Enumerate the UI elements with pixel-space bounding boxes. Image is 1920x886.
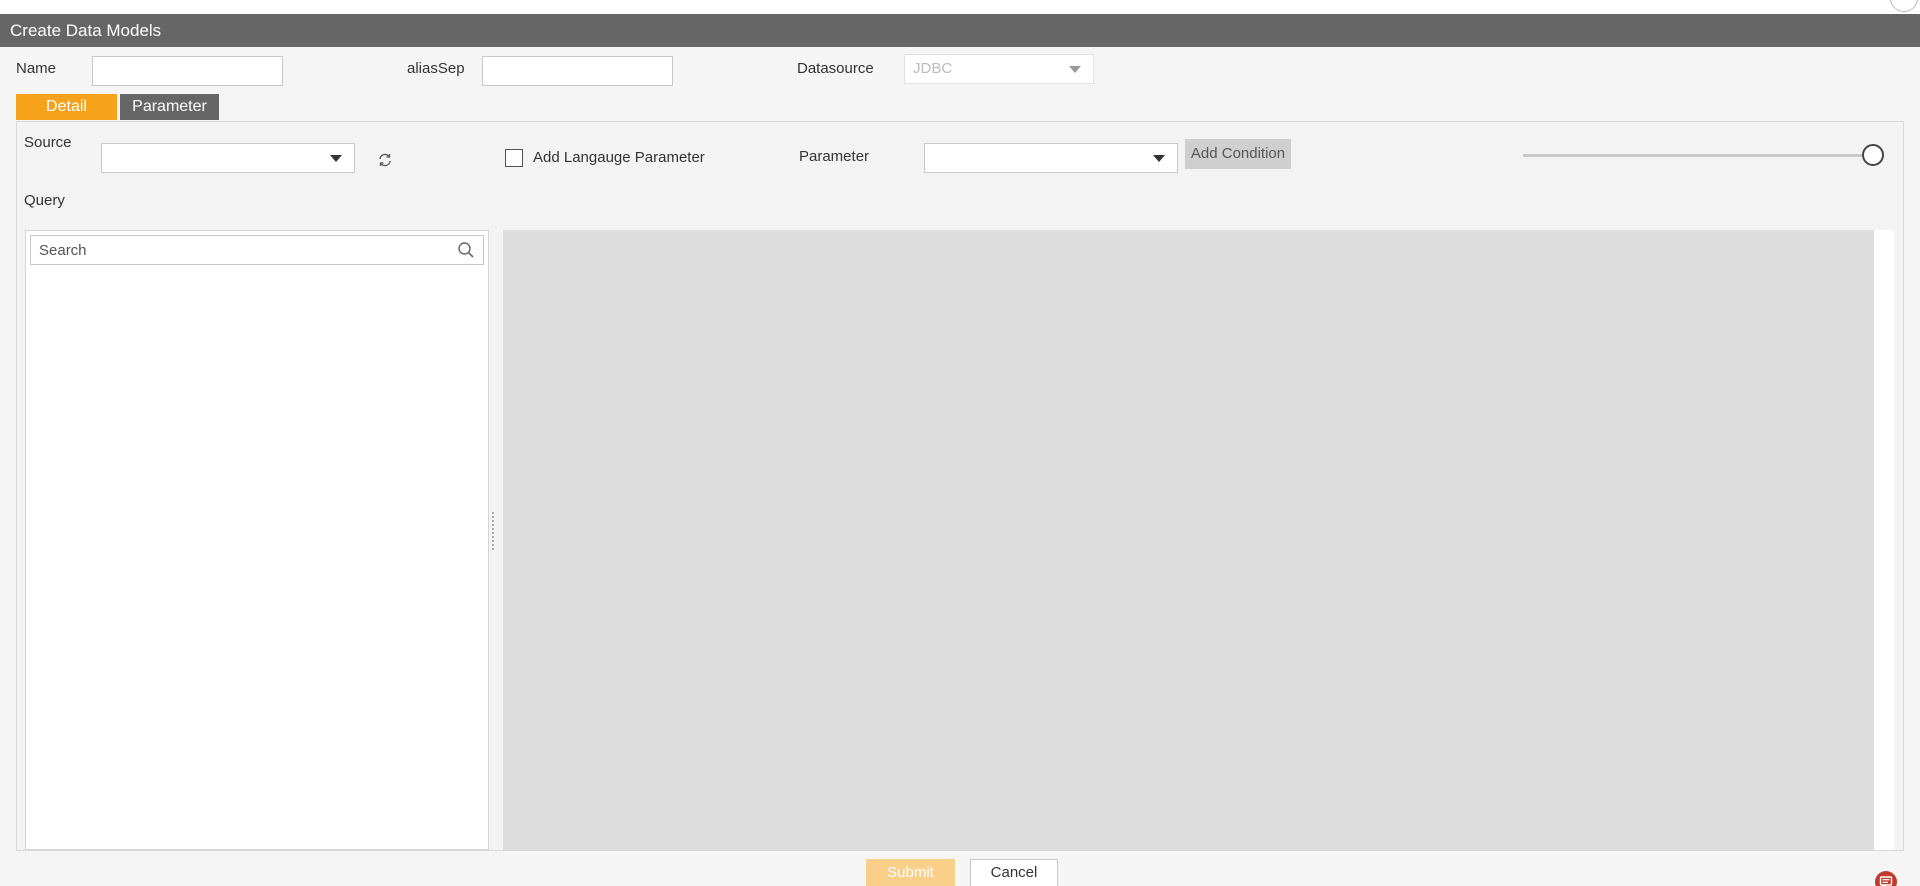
chevron-down-icon bbox=[330, 155, 342, 162]
slider-track[interactable] bbox=[1523, 154, 1875, 157]
search-input[interactable]: Search bbox=[39, 242, 87, 259]
detail-panel: Source Add Langauge Parameter Parameter … bbox=[16, 121, 1904, 851]
add-language-label: Add Langauge Parameter bbox=[533, 149, 705, 166]
chat-icon[interactable] bbox=[1874, 870, 1898, 886]
splitter-handle[interactable] bbox=[492, 510, 500, 554]
source-select[interactable] bbox=[101, 143, 355, 173]
alias-sep-label: aliasSep bbox=[407, 60, 465, 77]
submit-button[interactable]: Submit bbox=[866, 859, 955, 886]
alias-sep-input[interactable] bbox=[482, 56, 673, 86]
chevron-down-icon bbox=[1069, 66, 1081, 73]
add-language-checkbox[interactable] bbox=[505, 149, 523, 167]
datasource-value: JDBC bbox=[913, 60, 953, 77]
cancel-button[interactable]: Cancel bbox=[970, 859, 1058, 886]
slider-thumb[interactable] bbox=[1862, 144, 1884, 166]
add-condition-button[interactable]: Add Condition bbox=[1185, 139, 1291, 169]
name-input[interactable] bbox=[92, 56, 283, 86]
corner-button[interactable] bbox=[1890, 0, 1918, 12]
datasource-label: Datasource bbox=[797, 60, 874, 77]
create-data-models-dialog: Create Data Models Name aliasSep Datasou… bbox=[0, 14, 1920, 886]
refresh-icon[interactable] bbox=[377, 152, 393, 168]
source-label: Source bbox=[24, 134, 72, 151]
top-strip bbox=[0, 0, 1920, 14]
datasource-select[interactable]: JDBC bbox=[904, 54, 1094, 84]
editor-scrollbar[interactable] bbox=[1874, 230, 1894, 850]
tab-detail[interactable]: Detail bbox=[16, 94, 117, 120]
query-label: Query bbox=[24, 192, 65, 209]
name-label: Name bbox=[16, 60, 57, 77]
query-list-panel: Search bbox=[25, 230, 489, 850]
chevron-down-icon bbox=[1153, 155, 1165, 162]
query-editor[interactable] bbox=[503, 230, 1894, 850]
parameter-select[interactable] bbox=[924, 143, 1178, 173]
tab-parameter[interactable]: Parameter bbox=[120, 94, 219, 120]
parameter-label: Parameter bbox=[799, 148, 870, 165]
dialog-title: Create Data Models bbox=[0, 14, 1920, 47]
search-box[interactable]: Search bbox=[30, 235, 484, 265]
search-icon[interactable] bbox=[457, 241, 475, 259]
